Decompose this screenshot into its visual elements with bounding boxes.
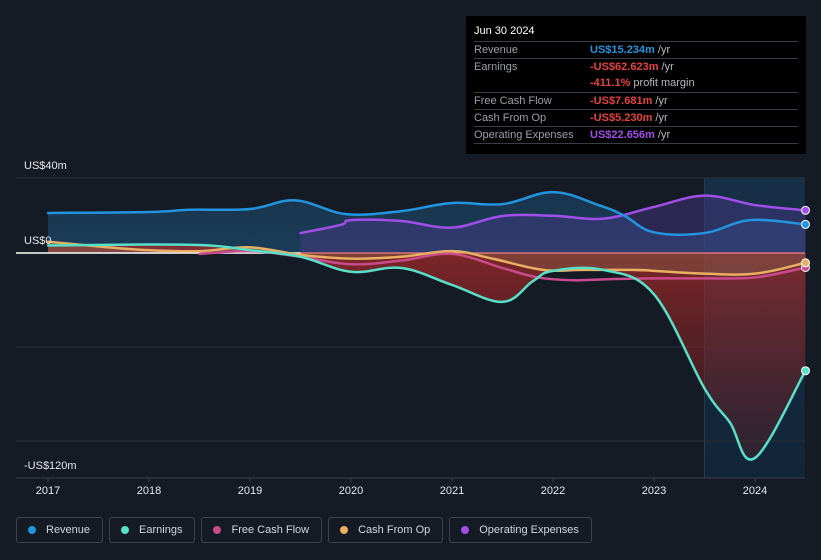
legend-label: Operating Expenses [479,524,579,536]
tooltip-unit: /yr [652,112,668,124]
tooltip-row-label: Free Cash Flow [474,95,552,107]
tooltip-row-label: Revenue [474,44,519,56]
y-tick-label-top: US$40m [24,160,67,172]
tooltip-row-label: Operating Expenses [474,129,574,141]
legend-dot-icon [121,526,130,534]
tooltip: Jun 30 2024 Revenue US$15.234m /yr Earnin… [466,16,806,154]
tooltip-unit: /yr [652,95,668,107]
tooltip-row-value: US$22.656m /yr [590,129,670,141]
end-point-marker [801,258,810,268]
tooltip-row: Earnings -US$62.623m /yr [474,58,798,76]
tooltip-row-value: -411.1% profit margin [590,77,695,89]
tooltip-value-text: -US$62.623m [590,61,659,73]
legend: Revenue Earnings Free Cash Flow Cash From O… [16,517,592,544]
legend-dot-icon [461,526,470,534]
tooltip-unit: /yr [658,61,674,73]
x-tick-label: 2021 [439,485,465,497]
x-tick-label: 2023 [641,485,667,497]
tooltip-unit: /yr [654,44,671,56]
tooltip-row-label: Cash From Op [474,112,547,124]
tooltip-row-value: -US$5.230m /yr [590,112,668,124]
tooltip-row: Revenue US$15.234m /yr [474,41,798,59]
legend-item-free-cash-flow[interactable]: Free Cash Flow [201,517,323,543]
tooltip-row: -411.1% profit margin [474,75,798,92]
x-tick-label: 2019 [237,485,263,497]
legend-label: Cash From Op [358,524,431,536]
end-point-marker [801,205,810,215]
tooltip-divider [474,143,798,144]
legend-item-revenue[interactable]: Revenue [16,517,104,543]
x-tick-label: 2017 [35,485,61,497]
tooltip-value-text: US$15.234m [590,44,655,56]
end-point-marker [801,219,810,229]
legend-item-earnings[interactable]: Earnings [109,517,196,543]
tooltip-value-text: US$22.656m [590,129,655,141]
tooltip-value-text: -US$7.681m [590,95,653,107]
legend-label: Earnings [139,524,183,536]
x-tick-label: 2020 [338,485,364,497]
tooltip-row-value: -US$62.623m /yr [590,61,674,73]
tooltip-value-text: -411.1% [590,77,631,89]
y-tick-label-zero: US$0 [24,235,52,247]
legend-dot-icon [213,526,222,534]
tooltip-row-label: Earnings [474,61,518,73]
y-tick-label-bottom: -US$120m [24,460,77,472]
x-tick-label: 2024 [742,485,768,497]
legend-label: Revenue [46,524,91,536]
legend-label: Free Cash Flow [231,524,310,536]
tooltip-row-value: -US$7.681m /yr [590,95,668,107]
legend-item-cash-from-op[interactable]: Cash From Op [328,517,444,543]
tooltip-row: Free Cash Flow -US$7.681m /yr [474,92,798,110]
tooltip-date: Jun 30 2024 [474,25,535,37]
tooltip-row-value: US$15.234m /yr [590,44,670,56]
legend-dot-icon [28,526,36,534]
legend-dot-icon [340,526,349,534]
earnings-area [48,244,806,460]
tooltip-unit: /yr [654,129,671,141]
tooltip-row: Cash From Op -US$5.230m /yr [474,109,798,127]
tooltip-unit: profit margin [630,77,695,89]
x-tick-label: 2022 [540,485,566,497]
legend-item-operating-expenses[interactable]: Operating Expenses [449,517,592,543]
tooltip-value-text: -US$5.230m [590,112,653,124]
end-point-marker [801,366,810,376]
x-tick-label: 2018 [136,485,162,497]
tooltip-row: Operating Expenses US$22.656m /yr [474,126,798,144]
